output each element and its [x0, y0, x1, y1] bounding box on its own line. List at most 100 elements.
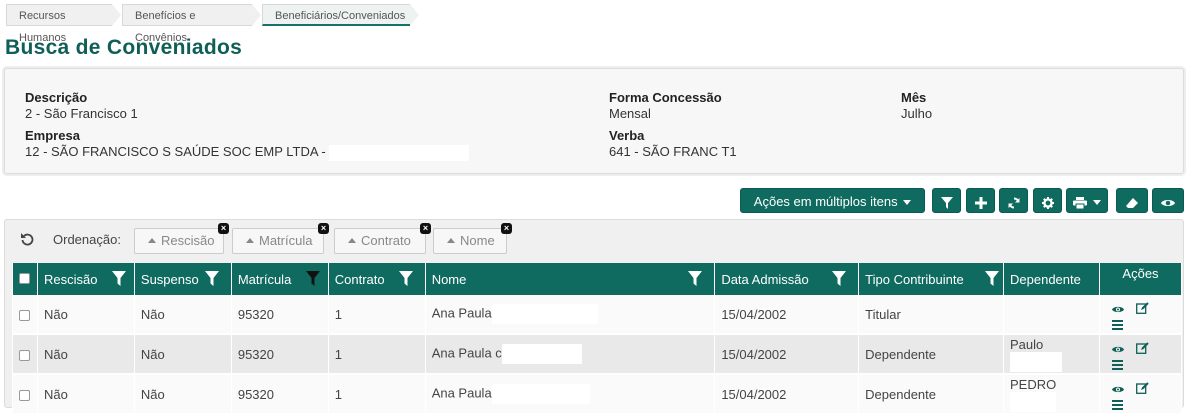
cell-contrato: 1	[327, 374, 426, 415]
cell-acoes	[1098, 374, 1183, 415]
caret-down-icon	[903, 200, 912, 206]
print-button[interactable]	[1066, 188, 1108, 213]
cell-suspenso: Não	[133, 295, 232, 336]
sort-chip-label: Nome	[460, 233, 495, 248]
caret-down-icon	[1092, 200, 1101, 206]
mes-value: Julho	[901, 106, 933, 121]
field-empresa: Empresa 12 - SÃO FRANCISCO S SAÚDE SOC E…	[25, 128, 470, 161]
select-all-checkbox[interactable]	[19, 272, 30, 284]
sort-chip-label: Matrícula	[259, 233, 313, 248]
menu-icon[interactable]	[1111, 358, 1123, 373]
breadcrumb-item-beneficios[interactable]: Benefícios e Convênios	[122, 4, 261, 44]
edit-icon[interactable]	[1135, 302, 1149, 317]
edit-icon[interactable]	[1135, 382, 1149, 397]
cell-acoes	[1098, 334, 1183, 376]
table-row[interactable]: Não Não 95320 1 Ana Paula 15/04/2002 Tit…	[12, 295, 1183, 336]
redacted-block	[501, 344, 582, 365]
cell-nome: Ana Paula	[431, 305, 492, 321]
cell-tipo-contribuinte: Dependente	[858, 334, 1005, 376]
breadcrumb-item-beneficiarios[interactable]: Beneficiários/Conveniados	[262, 4, 419, 26]
forma-label: Forma Concessão	[609, 90, 722, 105]
view-button[interactable]	[1152, 188, 1184, 213]
sort-asc-icon	[447, 238, 455, 244]
header-select-all[interactable]	[12, 263, 38, 295]
cell-rescisao: Não	[36, 295, 135, 336]
redacted-block	[1010, 391, 1057, 412]
settings-button[interactable]	[1033, 188, 1062, 213]
menu-icon[interactable]	[1111, 318, 1123, 333]
cell-rescisao: Não	[36, 374, 135, 415]
cell-data-admissao: 15/04/2002	[714, 374, 860, 415]
remove-sort-icon[interactable]: ×	[501, 223, 512, 234]
sort-chip-contrato[interactable]: Contrato ×	[334, 223, 431, 254]
multi-actions-label: Ações em múltiplos itens	[753, 194, 898, 209]
redacted-block	[329, 144, 470, 161]
sort-chip-matricula[interactable]: Matrícula ×	[232, 223, 329, 254]
row-select-cell[interactable]	[12, 295, 38, 336]
filter-icon[interactable]	[398, 271, 413, 286]
filter-active-icon[interactable]	[305, 271, 320, 286]
gear-icon	[1041, 196, 1054, 209]
cell-dependente: Paulo	[1010, 336, 1044, 352]
row-checkbox[interactable]	[19, 349, 30, 361]
menu-icon[interactable]	[1111, 398, 1123, 413]
remove-sort-icon[interactable]: ×	[318, 223, 329, 234]
header-label: Ações	[1122, 265, 1159, 281]
cell-acoes	[1098, 295, 1183, 336]
cell-matricula: 95320	[230, 374, 329, 415]
filter-icon[interactable]	[985, 271, 1000, 286]
cell-tipo-contribuinte: Dependente	[858, 374, 1005, 415]
undo-icon[interactable]	[20, 232, 34, 251]
multi-actions-button[interactable]: Ações em múltiplos itens	[740, 188, 925, 213]
row-checkbox[interactable]	[19, 309, 30, 321]
header-label: Nome	[431, 271, 467, 287]
cell-matricula: 95320	[230, 334, 329, 376]
cell-nome-wrap: Ana Paula	[424, 374, 716, 415]
eye-icon[interactable]	[1111, 382, 1124, 397]
sort-chip-nome[interactable]: Nome ×	[433, 223, 512, 254]
sort-chip-rescisao[interactable]: Rescisão ×	[134, 223, 229, 254]
clear-button[interactable]	[1116, 188, 1148, 213]
header-matricula[interactable]: Matrícula	[230, 263, 329, 295]
table-row[interactable]: Não Não 95320 1 Ana Paula c 15/04/2002 D…	[12, 334, 1183, 376]
header-tipo-contribuinte[interactable]: Tipo Contribuinte	[858, 263, 1005, 295]
breadcrumb: Recursos Humanos Benefícios e Convênios …	[6, 4, 420, 44]
filter-icon[interactable]	[111, 271, 126, 286]
remove-sort-icon[interactable]: ×	[218, 223, 229, 234]
filter-icon[interactable]	[688, 271, 703, 286]
sort-asc-icon	[348, 238, 356, 244]
filter-icon[interactable]	[832, 271, 847, 286]
info-panel: Descrição 2 - São Francisco 1 Empresa 12…	[4, 68, 1184, 174]
sort-chip-label: Rescisão	[161, 233, 215, 248]
breadcrumb-item-recursos-humanos[interactable]: Recursos Humanos	[6, 4, 121, 44]
row-select-cell[interactable]	[12, 374, 38, 415]
row-select-cell[interactable]	[12, 334, 38, 376]
header-contrato[interactable]: Contrato	[327, 263, 426, 295]
print-icon	[1073, 196, 1088, 210]
header-data-admissao[interactable]: Data Admissão	[714, 263, 860, 295]
cell-data-admissao: 15/04/2002	[714, 334, 860, 376]
eye-icon	[1161, 199, 1175, 206]
table-row[interactable]: Não Não 95320 1 Ana Paula 15/04/2002 Dep…	[12, 374, 1183, 415]
header-nome[interactable]: Nome	[424, 263, 716, 295]
descricao-label: Descrição	[25, 90, 88, 105]
row-checkbox[interactable]	[19, 389, 30, 401]
eye-icon[interactable]	[1111, 342, 1124, 357]
sort-asc-icon	[148, 238, 156, 244]
refresh-button[interactable]	[999, 188, 1028, 213]
empresa-value: 12 - SÃO FRANCISCO S SAÚDE SOC EMP LTDA …	[25, 144, 326, 159]
header-suspenso[interactable]: Suspenso	[133, 263, 232, 295]
cell-suspenso: Não	[133, 374, 232, 415]
redacted-block	[1010, 351, 1063, 372]
cell-suspenso: Não	[133, 334, 232, 376]
edit-icon[interactable]	[1135, 342, 1149, 357]
filter-icon[interactable]	[204, 271, 219, 286]
remove-sort-icon[interactable]: ×	[420, 223, 431, 234]
header-rescisao[interactable]: Rescisão	[36, 263, 135, 295]
eye-icon[interactable]	[1111, 302, 1124, 317]
filter-button[interactable]	[932, 188, 961, 213]
header-label: Contrato	[334, 271, 385, 287]
header-dependente[interactable]: Dependente	[1003, 263, 1100, 295]
header-acoes: Ações	[1098, 263, 1183, 295]
add-button[interactable]	[966, 188, 995, 213]
